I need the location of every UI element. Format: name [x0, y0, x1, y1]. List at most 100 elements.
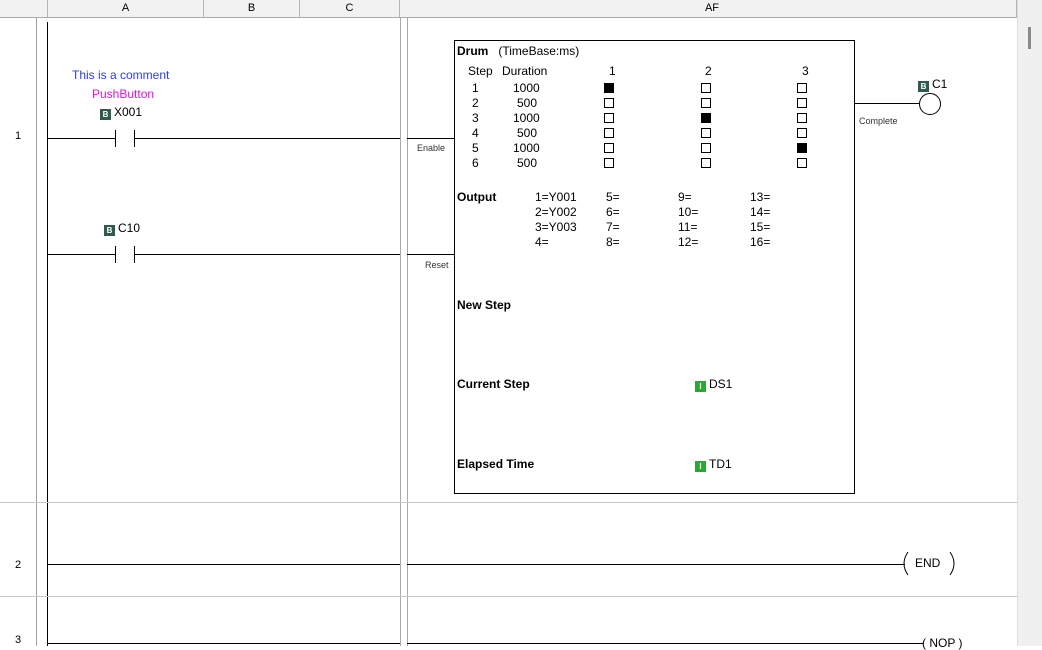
- column-header-b[interactable]: B: [204, 0, 300, 17]
- bit-type-icon: B: [918, 81, 929, 92]
- column-header-c[interactable]: C: [300, 0, 400, 17]
- nop-instruction[interactable]: ( NOP ): [922, 637, 962, 650]
- complete-label: Complete: [859, 116, 898, 126]
- drum-output-assignment: 8=: [606, 235, 620, 249]
- drum-output-assignment: 7=: [606, 220, 620, 234]
- drum-output-assignment: 12=: [678, 235, 699, 249]
- rung-number-1: 1: [14, 130, 22, 142]
- rung1-wire-right: [134, 138, 400, 139]
- end-instruction[interactable]: END: [898, 550, 960, 577]
- drum-output-assignment: 4=: [535, 235, 549, 249]
- rung-number-3: 3: [14, 634, 22, 646]
- drum-state-checkbox[interactable]: [701, 83, 711, 93]
- rung2-wire: [48, 564, 400, 565]
- drum-output-assignment: 3=Y003: [535, 220, 577, 234]
- elapsed-time-label: Elapsed Time: [457, 457, 535, 471]
- rung-comment[interactable]: This is a comment: [72, 69, 169, 82]
- rung3-wire-af: [407, 643, 923, 644]
- drum-output-col-3: 3: [802, 64, 809, 78]
- drum-output-assignment: 11=: [678, 220, 698, 234]
- column-header-a[interactable]: A: [48, 0, 204, 17]
- current-step-label: Current Step: [457, 377, 530, 391]
- drum-output-assignment: 5=: [606, 190, 620, 204]
- drum-step-number: 1: [472, 81, 479, 95]
- drum-state-checkbox[interactable]: [701, 128, 711, 138]
- drum-step-number: 3: [472, 111, 479, 125]
- reset-wire-right: [134, 254, 400, 255]
- integer-type-icon: I: [695, 381, 706, 392]
- drum-step-number: 5: [472, 141, 479, 155]
- drum-output-label: Output: [457, 190, 497, 204]
- drum-duration-header: Duration: [502, 64, 548, 78]
- rung-number-separator: [36, 17, 37, 646]
- rung1-wire-left: [48, 138, 115, 139]
- drum-step-duration[interactable]: 500: [517, 127, 537, 140]
- drum-output-assignment: 15=: [750, 220, 771, 234]
- drum-state-checkbox[interactable]: [604, 128, 614, 138]
- drum-step-duration[interactable]: 500: [517, 97, 537, 110]
- drum-output-col-2: 2: [705, 64, 712, 78]
- drum-step-duration[interactable]: 1000: [513, 142, 540, 155]
- rung-number-2: 2: [14, 559, 22, 571]
- drum-state-checkbox[interactable]: [604, 158, 614, 168]
- column-header-af[interactable]: AF: [408, 0, 1017, 17]
- elapsed-time-address[interactable]: I TD1: [695, 458, 732, 472]
- end-label: END: [915, 556, 941, 570]
- drum-step-duration[interactable]: 500: [517, 157, 537, 170]
- drum-output-col-1: 1: [609, 64, 616, 78]
- drum-state-checkbox[interactable]: [797, 158, 807, 168]
- reset-label: Reset: [425, 260, 449, 270]
- split-pane-divider-right[interactable]: [407, 17, 408, 646]
- split-pane-divider-left[interactable]: [400, 17, 401, 646]
- drum-step-duration[interactable]: 1000: [513, 82, 540, 95]
- bit-type-icon: B: [100, 109, 111, 120]
- bit-type-icon: B: [104, 225, 115, 236]
- drum-state-checkbox[interactable]: [701, 98, 711, 108]
- contact-nickname: PushButton: [92, 87, 155, 101]
- drum-state-checkbox[interactable]: [797, 143, 807, 153]
- drum-output-assignment: 1=Y001: [535, 190, 577, 204]
- drum-state-checkbox[interactable]: [797, 128, 807, 138]
- drum-state-checkbox[interactable]: [604, 113, 614, 123]
- drum-step-number: 4: [472, 126, 479, 140]
- drum-state-checkbox[interactable]: [604, 98, 614, 108]
- drum-output-assignment: 16=: [750, 235, 771, 249]
- rung3-wire: [48, 643, 400, 644]
- drum-output-assignment: 13=: [750, 190, 771, 204]
- drum-output-assignment: 6=: [606, 205, 620, 219]
- rung-divider-2: [0, 596, 1017, 597]
- drum-instruction-box[interactable]: [454, 40, 855, 494]
- drum-step-duration[interactable]: 1000: [513, 112, 540, 125]
- drum-state-checkbox[interactable]: [797, 98, 807, 108]
- contact-c10-address[interactable]: B C10: [104, 222, 140, 236]
- drum-state-checkbox[interactable]: [604, 83, 614, 93]
- enable-label: Enable: [417, 143, 446, 153]
- drum-state-checkbox[interactable]: [701, 158, 711, 168]
- drum-step-header: Step: [468, 64, 493, 78]
- drum-step-number: 6: [472, 156, 479, 170]
- drum-step-number: 2: [472, 96, 479, 110]
- integer-type-icon: I: [695, 461, 706, 472]
- reset-wire-left: [48, 254, 115, 255]
- contact-c10-bar-left[interactable]: [115, 246, 116, 263]
- vertical-scrollbar[interactable]: [1017, 0, 1042, 646]
- drum-output-assignment: 9=: [678, 190, 692, 204]
- drum-state-checkbox[interactable]: [797, 113, 807, 123]
- drum-state-checkbox[interactable]: [701, 143, 711, 153]
- current-step-address[interactable]: I DS1: [695, 378, 732, 392]
- complete-wire: [855, 103, 920, 104]
- rung-divider-1: [0, 502, 1017, 503]
- contact-x001-bar-left[interactable]: [115, 130, 116, 147]
- coil-circle[interactable]: [919, 93, 941, 115]
- new-step-label: New Step: [457, 298, 512, 312]
- coil-c1-address[interactable]: B C1: [918, 78, 947, 92]
- drum-output-assignment: 2=Y002: [535, 205, 577, 219]
- drum-output-assignment: 10=: [678, 205, 699, 219]
- rung1-wire-af: [407, 138, 454, 139]
- contact-x001-address[interactable]: B X001: [100, 106, 142, 120]
- drum-state-checkbox[interactable]: [604, 143, 614, 153]
- scrollbar-thumb[interactable]: [1028, 27, 1031, 49]
- drum-state-checkbox[interactable]: [797, 83, 807, 93]
- reset-wire-af: [407, 254, 454, 255]
- drum-state-checkbox[interactable]: [701, 113, 711, 123]
